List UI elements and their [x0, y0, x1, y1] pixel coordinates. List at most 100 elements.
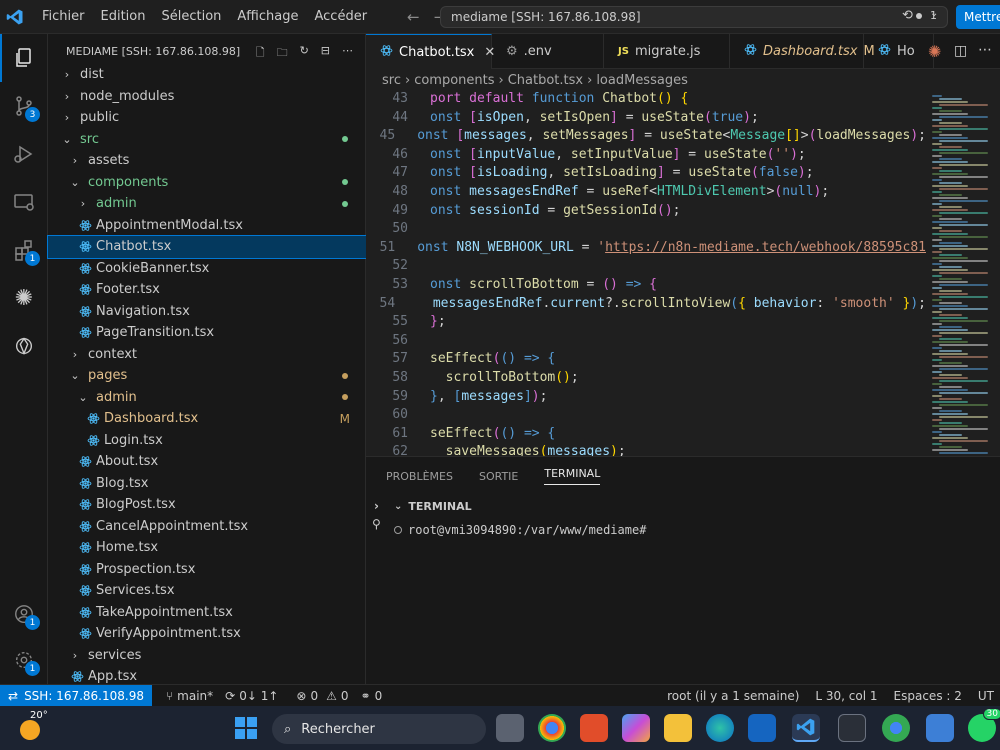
tree-file[interactable]: Services.tsx: [48, 580, 366, 602]
weather-widget[interactable]: 20°: [18, 710, 52, 742]
breadcrumb-item[interactable]: src: [382, 73, 401, 88]
terminal-section-header[interactable]: › ⌄ TERMINAL: [366, 495, 1000, 517]
source-control-icon[interactable]: 3: [0, 82, 48, 130]
tree-file[interactable]: CancelAppointment.tsx: [48, 516, 366, 538]
accounts-badge: 1: [25, 615, 40, 630]
tree-file[interactable]: CookieBanner.tsx: [48, 258, 366, 280]
tree-file[interactable]: About.tsx: [48, 451, 366, 473]
settings-gear-icon[interactable]: 1: [0, 636, 48, 684]
tree-file[interactable]: VerifyAppointment.tsx: [48, 623, 366, 645]
branch-item[interactable]: ⑂ main*: [166, 689, 213, 703]
code-editor[interactable]: 43 port default function Chatbot() {44 ons…: [366, 91, 926, 456]
vscode-taskbar-icon[interactable]: [792, 714, 820, 742]
claude-icon[interactable]: ✺: [0, 274, 48, 322]
whatsapp-icon[interactable]: 30: [968, 708, 1000, 742]
breadcrumb-item[interactable]: Chatbot.tsx: [508, 73, 583, 88]
outlook-icon[interactable]: [748, 714, 776, 742]
store-icon[interactable]: [580, 714, 608, 742]
editor-tab[interactable]: Chatbot.tsx ✕: [366, 34, 495, 69]
editor-tab[interactable]: JS migrate.js: [604, 34, 730, 69]
chevron-down-icon[interactable]: ⌄: [930, 8, 938, 19]
taskbar-search[interactable]: ⌕ Rechercher: [272, 714, 486, 744]
git-blame[interactable]: root (il y a 1 semaine): [667, 689, 799, 703]
sync-item[interactable]: ⟳ 0↓ 1↑: [225, 689, 278, 703]
menu-item[interactable]: Sélection: [153, 0, 229, 34]
tree-folder[interactable]: › context: [48, 344, 366, 366]
tree-file[interactable]: Chatbot.tsx: [47, 235, 367, 259]
new-folder-icon[interactable]: 🗀: [277, 44, 288, 63]
openai-icon[interactable]: [0, 322, 48, 370]
breadcrumb-item[interactable]: components: [414, 73, 494, 88]
tree-file[interactable]: BlogPost.tsx: [48, 494, 366, 516]
explorer-sidebar: MEDIAME [SSH: 167.86.108.98] 🗋 🗀 ↻ ⊟ ⋯ ›…: [47, 34, 367, 684]
indentation[interactable]: Espaces : 2: [894, 689, 962, 703]
chrome-profile-icon[interactable]: [882, 714, 910, 742]
menu-item[interactable]: Accéder: [306, 0, 375, 34]
windows-start-icon[interactable]: [232, 714, 260, 742]
tree-file[interactable]: AppointmentModal.tsx: [48, 215, 366, 237]
editor-tab[interactable]: Dashboard.tsx M: [730, 34, 875, 69]
explorer-icon[interactable]: [0, 34, 48, 82]
remote-indicator[interactable]: ⇄ SSH: 167.86.108.98: [0, 684, 152, 707]
tree-file[interactable]: PageTransition.tsx: [48, 322, 366, 344]
editor-tab[interactable]: ⚙ .env: [492, 34, 604, 69]
extensions-icon[interactable]: 1: [0, 226, 48, 274]
more-icon[interactable]: ⋯: [342, 44, 353, 63]
terminal-app-icon[interactable]: [838, 714, 866, 742]
editor-more-icon[interactable]: ⋯: [978, 42, 992, 58]
tree-folder[interactable]: ⌄ components: [48, 172, 366, 194]
menu-item[interactable]: Edition: [93, 0, 154, 34]
new-file-icon[interactable]: 🗋: [256, 44, 265, 63]
code-text: onst [isOpen, setIsOpen] = useState(true…: [430, 109, 759, 125]
tree-file[interactable]: Home.tsx: [48, 537, 366, 559]
back-arrow-icon[interactable]: ←: [407, 8, 420, 26]
editor-tab[interactable]: Ho: [864, 34, 934, 69]
tree-file[interactable]: Login.tsx: [48, 430, 366, 452]
tree-file[interactable]: Navigation.tsx: [48, 301, 366, 323]
tree-folder[interactable]: ⌄ admin: [48, 387, 366, 409]
file-explorer-icon[interactable]: [664, 714, 692, 742]
copilot-app-icon[interactable]: [622, 714, 650, 742]
chrome-icon[interactable]: [538, 714, 566, 742]
panel-tab[interactable]: TERMINAL: [544, 467, 601, 485]
debug-dot-icon[interactable]: ⚲: [372, 517, 381, 531]
command-center-search[interactable]: mediame [SSH: 167.86.108.98] 1: [440, 6, 948, 28]
chevron-right-icon[interactable]: ›: [374, 499, 379, 513]
notepad-icon[interactable]: [926, 714, 954, 742]
run-debug-icon[interactable]: [0, 130, 48, 178]
remote-explorer-icon[interactable]: [0, 178, 48, 226]
update-button[interactable]: Mettre: [956, 5, 1000, 29]
tree-folder[interactable]: ⌄ pages: [48, 365, 366, 387]
tree-file[interactable]: Blog.tsx: [48, 473, 366, 495]
tree-folder[interactable]: › admin: [48, 193, 366, 215]
terminal-prompt-line[interactable]: root@vmi3094890:/var/www/mediame#: [366, 523, 1000, 537]
tree-folder[interactable]: ⌄ src: [48, 129, 366, 151]
panel-tab[interactable]: PROBLÈMES: [386, 470, 453, 483]
tree-file[interactable]: Dashboard.tsx M: [48, 408, 366, 430]
tree-folder[interactable]: › services: [48, 645, 366, 667]
cursor-position[interactable]: L 30, col 1: [815, 689, 877, 703]
tree-folder[interactable]: › dist: [48, 64, 366, 86]
collapse-all-icon[interactable]: ⊟: [321, 44, 330, 63]
edge-icon[interactable]: [706, 714, 734, 742]
task-view-icon[interactable]: [496, 714, 524, 742]
breadcrumb-item[interactable]: loadMessages: [596, 73, 688, 88]
tree-file[interactable]: Prospection.tsx: [48, 559, 366, 581]
panel-tab[interactable]: SORTIE: [479, 470, 518, 483]
tree-folder[interactable]: › public: [48, 107, 366, 129]
encoding[interactable]: UT: [978, 689, 994, 703]
accounts-icon[interactable]: 1: [0, 590, 48, 638]
problems-item[interactable]: ⊗ 0 ⚠ 0: [296, 689, 348, 703]
minimap[interactable]: [926, 91, 1000, 456]
tree-folder[interactable]: › assets: [48, 150, 366, 172]
ports-item[interactable]: ⚭ 0: [361, 689, 383, 703]
tree-file[interactable]: TakeAppointment.tsx: [48, 602, 366, 624]
refresh-icon[interactable]: ↻: [300, 44, 309, 63]
menu-item[interactable]: Affichage: [229, 0, 306, 34]
claude-tab-icon[interactable]: ✺: [928, 42, 941, 61]
tree-folder[interactable]: › node_modules: [48, 86, 366, 108]
menu-item[interactable]: Fichier: [34, 0, 93, 34]
tree-file[interactable]: Footer.tsx: [48, 279, 366, 301]
copilot-icon[interactable]: ⟲: [902, 8, 913, 23]
split-editor-icon[interactable]: ◫: [954, 43, 967, 59]
